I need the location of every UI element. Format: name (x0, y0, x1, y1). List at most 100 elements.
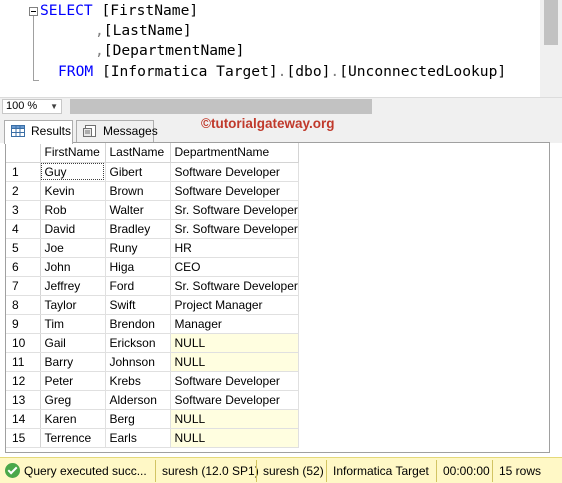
table-row[interactable]: 15 Terrence Earls NULL (6, 428, 299, 448)
cell-departmentname[interactable]: NULL (170, 409, 299, 429)
cell-lastname[interactable]: Runy (105, 238, 171, 258)
tab-messages-label: Messages (103, 124, 158, 138)
collapse-icon[interactable] (29, 7, 38, 16)
row-number-cell[interactable]: 2 (6, 181, 41, 201)
row-number-cell[interactable]: 10 (6, 333, 41, 353)
row-number-header[interactable] (6, 143, 41, 163)
row-number-cell[interactable]: 8 (6, 295, 41, 315)
cell-firstname[interactable]: Greg (40, 390, 106, 410)
tab-messages[interactable]: Messages (76, 120, 158, 143)
cell-departmentname[interactable]: Sr. Software Developer (170, 219, 299, 239)
cell-departmentname[interactable]: NULL (170, 428, 299, 448)
table-row[interactable]: 11 Barry Johnson NULL (6, 352, 299, 372)
row-number-cell[interactable]: 12 (6, 371, 41, 391)
tab-results[interactable]: Results (4, 120, 73, 144)
editor-gutter (0, 0, 26, 97)
editor-vertical-scrollbar[interactable] (540, 0, 562, 97)
header-row: FirstName LastName DepartmentName (6, 143, 299, 163)
row-number-cell[interactable]: 6 (6, 257, 41, 277)
code-line-3[interactable]: ,[DepartmentName] (95, 41, 244, 61)
table-row[interactable]: 12 Peter Krebs Software Developer (6, 371, 299, 391)
zoom-dropdown[interactable]: 100 % ▼ (2, 99, 62, 114)
cell-lastname[interactable]: Erickson (105, 333, 171, 353)
row-number-cell[interactable]: 7 (6, 276, 41, 296)
table-row[interactable]: 9 Tim Brendon Manager (6, 314, 299, 334)
cell-lastname[interactable]: Gibert (105, 162, 171, 182)
cell-lastname[interactable]: Higa (105, 257, 171, 277)
table-row[interactable]: 1 Guy Gibert Software Developer (6, 162, 299, 182)
cell-firstname[interactable]: John (40, 257, 106, 277)
table-row[interactable]: 4 David Bradley Sr. Software Developer (6, 219, 299, 239)
column-header[interactable]: LastName (105, 143, 171, 163)
row-number-cell[interactable]: 4 (6, 219, 41, 239)
cell-firstname[interactable]: Tim (40, 314, 106, 334)
cell-departmentname[interactable]: Project Manager (170, 295, 299, 315)
table-row[interactable]: 10 Gail Erickson NULL (6, 333, 299, 353)
cell-firstname[interactable]: Peter (40, 371, 106, 391)
cell-departmentname[interactable]: Software Developer (170, 162, 299, 182)
row-number-cell[interactable]: 14 (6, 409, 41, 429)
row-number-cell[interactable]: 9 (6, 314, 41, 334)
scrollbar-thumb[interactable] (544, 0, 558, 45)
query-editor[interactable]: SELECT [FirstName] ,[LastName] ,[Departm… (0, 0, 562, 97)
cell-departmentname[interactable]: Manager (170, 314, 299, 334)
horizontal-scrollbar-track[interactable] (372, 99, 542, 114)
cell-firstname[interactable]: Karen (40, 409, 106, 429)
cell-lastname[interactable]: Berg (105, 409, 171, 429)
horizontal-scrollbar-thumb[interactable] (70, 99, 372, 114)
row-number-cell[interactable]: 3 (6, 200, 41, 220)
sql-identifier: [UnconnectedLookup] (339, 63, 507, 80)
code-line-2[interactable]: ,[LastName] (95, 21, 192, 41)
cell-lastname[interactable]: Krebs (105, 371, 171, 391)
column-header[interactable]: DepartmentName (170, 143, 299, 163)
table-row[interactable]: 5 Joe Runy HR (6, 238, 299, 258)
cell-firstname[interactable]: Guy (40, 162, 106, 182)
cell-firstname[interactable]: Terrence (40, 428, 106, 448)
row-number-cell[interactable]: 1 (6, 162, 41, 182)
cell-lastname[interactable]: Bradley (105, 219, 171, 239)
cell-lastname[interactable]: Swift (105, 295, 171, 315)
cell-firstname[interactable]: Kevin (40, 181, 106, 201)
cell-lastname[interactable]: Alderson (105, 390, 171, 410)
table-row[interactable]: 14 Karen Berg NULL (6, 409, 299, 429)
sql-identifier: [DepartmentName] (103, 42, 245, 59)
cell-firstname[interactable]: Gail (40, 333, 106, 353)
table-row[interactable]: 2 Kevin Brown Software Developer (6, 181, 299, 201)
chevron-down-icon[interactable]: ▼ (50, 100, 58, 113)
cell-lastname[interactable]: Brendon (105, 314, 171, 334)
cell-departmentname[interactable]: NULL (170, 333, 299, 353)
row-number-cell[interactable]: 11 (6, 352, 41, 372)
row-number-cell[interactable]: 13 (6, 390, 41, 410)
cell-departmentname[interactable]: NULL (170, 352, 299, 372)
cell-departmentname[interactable]: CEO (170, 257, 299, 277)
column-header[interactable]: FirstName (40, 143, 106, 163)
cell-lastname[interactable]: Earls (105, 428, 171, 448)
code-line-4[interactable]: FROM [Informatica Target].[dbo].[Unconne… (58, 62, 506, 82)
cell-lastname[interactable]: Johnson (105, 352, 171, 372)
table-row[interactable]: 8 Taylor Swift Project Manager (6, 295, 299, 315)
cell-firstname[interactable]: Taylor (40, 295, 106, 315)
row-number-cell[interactable]: 5 (6, 238, 41, 258)
cell-departmentname[interactable]: HR (170, 238, 299, 258)
code-line-1[interactable]: SELECT [FirstName] (40, 1, 198, 21)
cell-lastname[interactable]: Ford (105, 276, 171, 296)
cell-firstname[interactable]: Joe (40, 238, 106, 258)
cell-firstname[interactable]: Rob (40, 200, 106, 220)
cell-firstname[interactable]: Jeffrey (40, 276, 106, 296)
table-row[interactable]: 3 Rob Walter Sr. Software Developer (6, 200, 299, 220)
cell-lastname[interactable]: Walter (105, 200, 171, 220)
table-row[interactable]: 6 John Higa CEO (6, 257, 299, 277)
cell-departmentname[interactable]: Sr. Software Developer (170, 276, 299, 296)
row-number-cell[interactable]: 15 (6, 428, 41, 448)
results-grid[interactable]: FirstName LastName DepartmentName 1 Guy Gi… (5, 142, 550, 453)
messages-icon (83, 125, 96, 137)
table-row[interactable]: 7 Jeffrey Ford Sr. Software Developer (6, 276, 299, 296)
table-row[interactable]: 13 Greg Alderson Software Developer (6, 390, 299, 410)
cell-departmentname[interactable]: Software Developer (170, 371, 299, 391)
cell-departmentname[interactable]: Software Developer (170, 181, 299, 201)
cell-firstname[interactable]: Barry (40, 352, 106, 372)
cell-firstname[interactable]: David (40, 219, 106, 239)
cell-lastname[interactable]: Brown (105, 181, 171, 201)
cell-departmentname[interactable]: Sr. Software Developer (170, 200, 299, 220)
cell-departmentname[interactable]: Software Developer (170, 390, 299, 410)
